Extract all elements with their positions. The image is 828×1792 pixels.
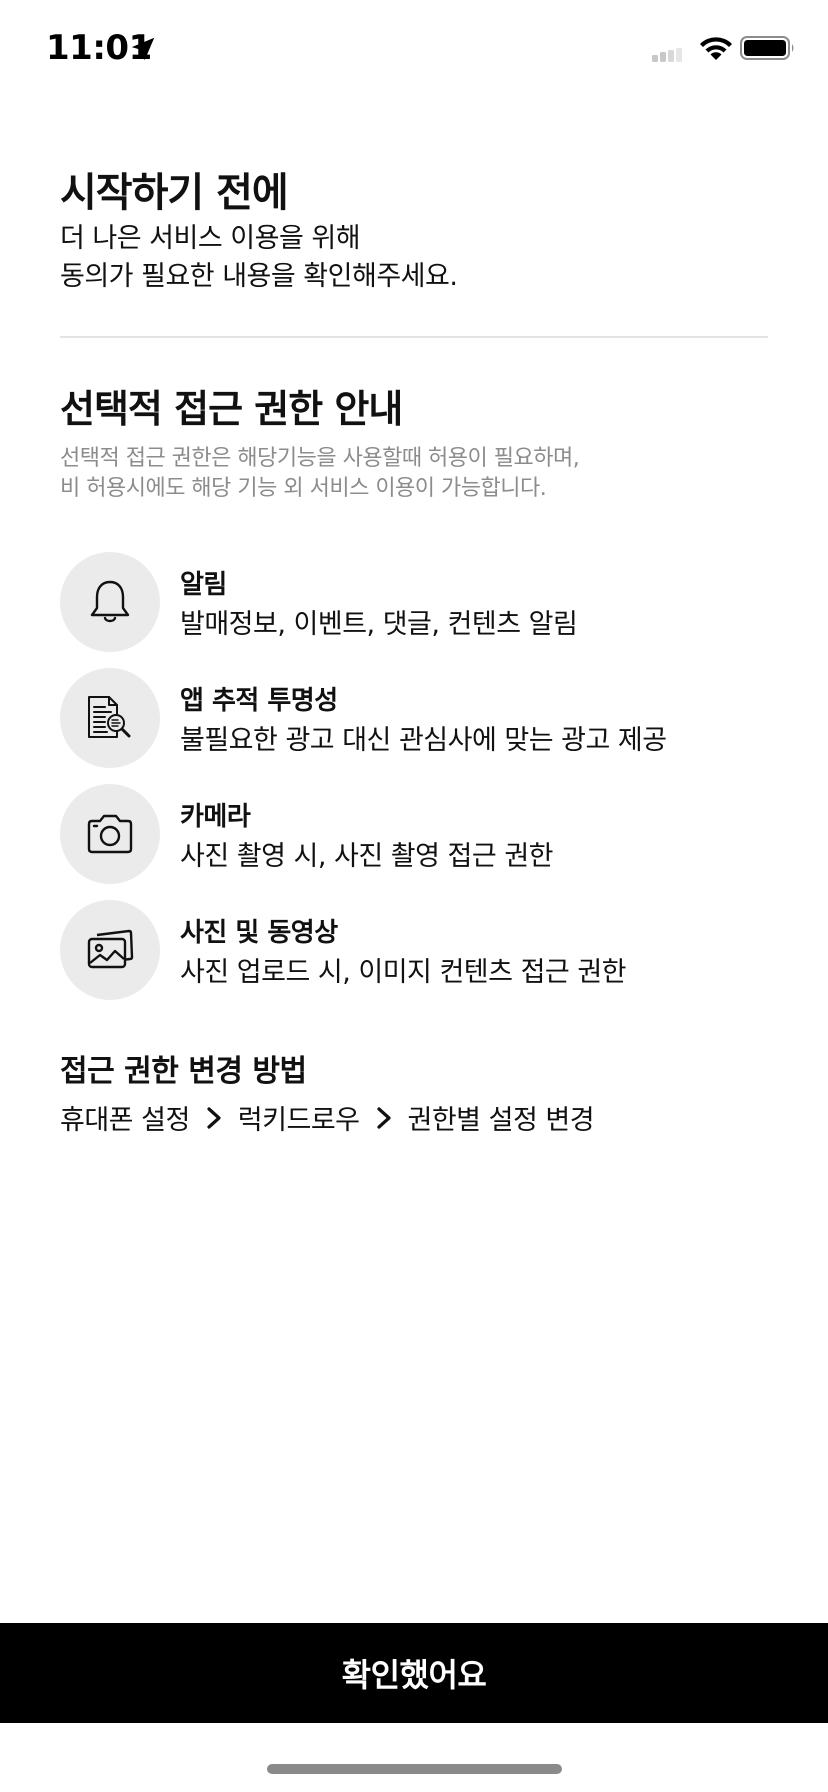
intro-desc-line-1: 더 나은 서비스 이용을 위해 [60, 223, 361, 254]
permission-description: 불필요한 광고 대신 관심사에 맞는 광고 제공 [180, 725, 667, 756]
permission-name: 앱 추적 투명성 [180, 686, 338, 716]
permission-item-camera: 카메라 사진 촬영 시, 사진 촬영 접근 권한 [60, 784, 780, 900]
wifi-icon [700, 37, 732, 60]
tracking-document-icon [88, 696, 131, 738]
permission-item-app-tracking: 앱 추적 투명성 불필요한 광고 대신 관심사에 맞는 광고 제공 [60, 668, 780, 784]
optional-permissions-description: 선택적 접근 권한은 해당기능을 사용할때 허용이 필요하며, 비 허용시에도 … [60, 444, 580, 504]
intro-desc-line-2: 동의가 필요한 내용을 확인해주세요. [60, 261, 458, 292]
battery-icon [740, 36, 794, 60]
settings-path-step-2: 럭키드로우 [237, 1105, 360, 1136]
permission-icon-circle [60, 552, 160, 652]
chevron-right-icon [376, 1106, 391, 1129]
permission-item-notifications: 알림 발매정보, 이벤트, 댓글, 컨텐츠 알림 [60, 552, 780, 668]
permission-name: 알림 [180, 570, 227, 600]
camera-icon [87, 814, 133, 854]
settings-path-step-3: 권한별 설정 변경 [407, 1105, 595, 1136]
permission-icon-circle [60, 668, 160, 768]
change-permissions-title: 접근 권한 변경 방법 [60, 1054, 307, 1089]
bell-icon [90, 580, 130, 623]
cellular-signal-icon [652, 48, 682, 62]
settings-path-step-1: 휴대폰 설정 [60, 1105, 190, 1136]
intro-description: 더 나은 서비스 이용을 위해 동의가 필요한 내용을 확인해주세요. [60, 220, 458, 296]
optional-desc-line-1: 선택적 접근 권한은 해당기능을 사용할때 허용이 필요하며, [60, 446, 580, 471]
optional-desc-line-2: 비 허용시에도 해당 기능 외 서비스 이용이 가능합니다. [60, 476, 547, 501]
permission-description: 발매정보, 이벤트, 댓글, 컨텐츠 알림 [180, 609, 578, 640]
permission-item-photos: 사진 및 동영상 사진 업로드 시, 이미지 컨텐츠 접근 권한 [60, 900, 780, 1016]
photos-icon [87, 929, 134, 969]
settings-path-breadcrumb: 휴대폰 설정 럭키드로우 권한별 설정 변경 [60, 1098, 595, 1137]
confirm-button[interactable]: 확인했어요 [0, 1623, 828, 1723]
page-title: 시작하기 전에 [60, 170, 289, 216]
permission-name: 사진 및 동영상 [180, 918, 338, 948]
permission-icon-circle [60, 900, 160, 1000]
permission-icon-circle [60, 784, 160, 884]
permission-list: 알림 발매정보, 이벤트, 댓글, 컨텐츠 알림 앱 추적 투명성 불필요한 광… [60, 552, 780, 1016]
optional-permissions-title: 선택적 접근 권한 안내 [60, 387, 403, 431]
permission-name: 카메라 [180, 802, 251, 832]
location-arrow-icon [131, 37, 155, 61]
home-indicator [267, 1764, 562, 1774]
permission-description: 사진 업로드 시, 이미지 컨텐츠 접근 권한 [180, 957, 627, 988]
status-bar: 11:01 [0, 0, 828, 100]
section-divider [60, 336, 768, 338]
permission-description: 사진 촬영 시, 사진 촬영 접근 권한 [180, 841, 554, 872]
chevron-right-icon [207, 1106, 221, 1129]
